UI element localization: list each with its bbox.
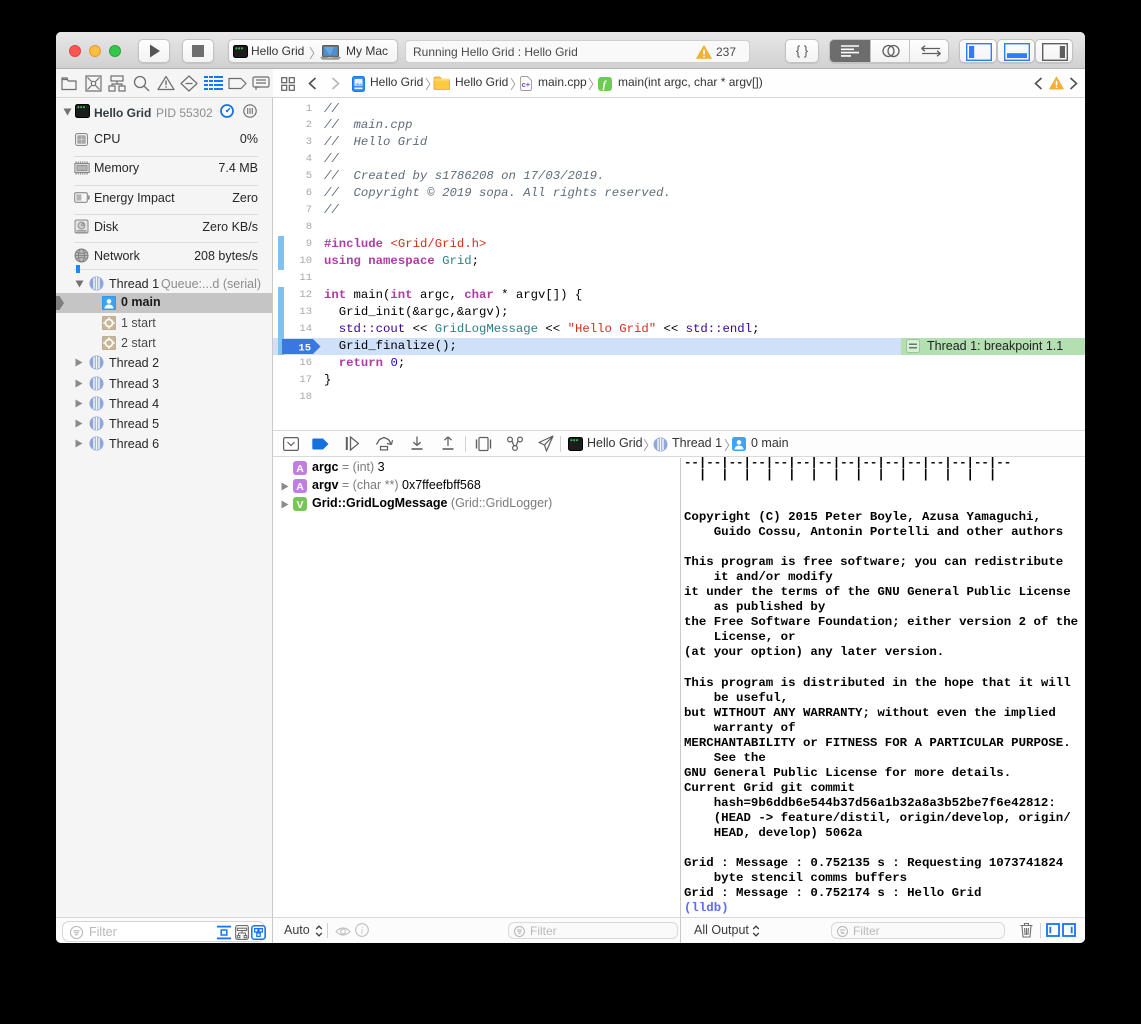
svg-text:A: A <box>296 463 304 475</box>
svg-text:c+: c+ <box>522 80 531 89</box>
svg-text:V: V <box>296 499 303 511</box>
svg-text:i: i <box>361 926 364 936</box>
svg-text:A: A <box>296 481 304 493</box>
svg-text:15: 15 <box>298 342 311 353</box>
